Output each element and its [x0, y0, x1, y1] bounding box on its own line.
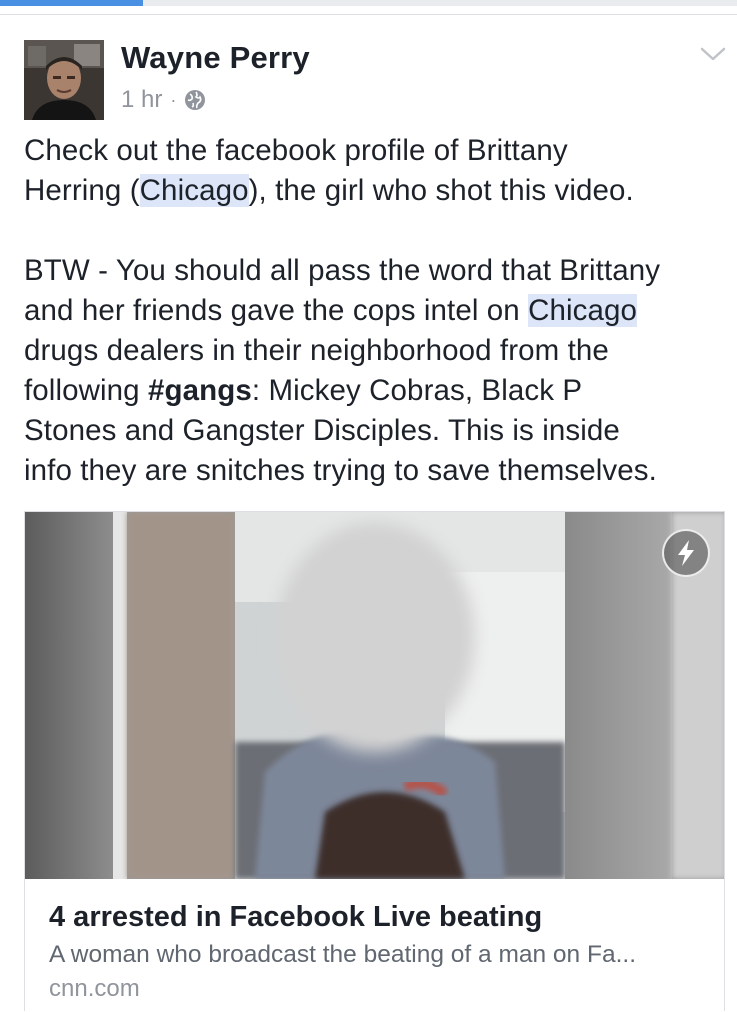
post-line: Stones and Gangster Disciples. This is i… — [24, 414, 620, 447]
link-domain: cnn.com — [49, 975, 140, 1002]
place-link-chicago[interactable]: Chicago — [528, 294, 638, 327]
post-line: Herring (Chicago), the girl who shot thi… — [24, 171, 734, 211]
post-line: info they are snitches trying to save th… — [24, 454, 657, 487]
top-status-bar — [0, 0, 737, 6]
post-line: and her friends gave the cops intel on C… — [24, 291, 734, 331]
meta-separator: · — [170, 89, 177, 110]
text-span: and her friends gave the cops intel on — [24, 294, 529, 327]
text-span: following — [24, 374, 148, 407]
chevron-down-icon[interactable] — [698, 44, 728, 64]
post-line: Check out the facebook profile of Britta… — [24, 134, 568, 167]
text-span: : Mickey Cobras, Black P — [251, 374, 583, 407]
post-body: Check out the facebook profile of Britta… — [24, 131, 734, 491]
author-avatar[interactable] — [24, 40, 104, 120]
globe-icon — [184, 89, 206, 111]
link-description: A woman who broadcast the beating of a m… — [49, 941, 636, 968]
text-span: Herring ( — [24, 174, 140, 207]
instant-article-bolt-icon — [662, 529, 710, 577]
header-divider — [0, 14, 737, 15]
text-span: ), the girl who shot this video. — [248, 174, 634, 207]
link-title[interactable]: 4 arrested in Facebook Live beating — [49, 901, 542, 934]
post-meta: 1 hr · — [121, 86, 206, 114]
hashtag-gangs[interactable]: #gangs — [148, 374, 252, 407]
link-preview-card[interactable]: 4 arrested in Facebook Live beating A wo… — [24, 511, 725, 1011]
link-preview-image[interactable] — [25, 512, 724, 879]
post-line: following #gangs: Mickey Cobras, Black P — [24, 371, 734, 411]
loading-progress-bar — [0, 0, 143, 6]
link-preview-info[interactable]: 4 arrested in Facebook Live beating A wo… — [25, 879, 724, 1011]
post-timestamp[interactable]: 1 hr — [121, 86, 162, 114]
place-link-chicago[interactable]: Chicago — [139, 174, 249, 207]
author-name[interactable]: Wayne Perry — [121, 40, 310, 76]
post-line: drugs dealers in their neighborhood from… — [24, 334, 609, 367]
post-line: BTW - You should all pass the word that … — [24, 254, 661, 287]
